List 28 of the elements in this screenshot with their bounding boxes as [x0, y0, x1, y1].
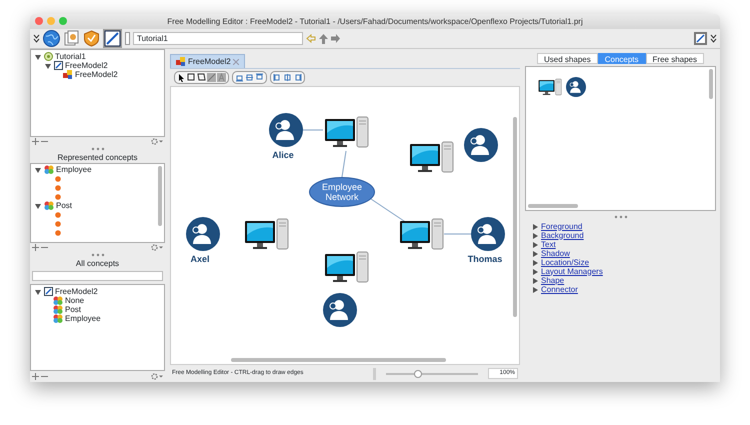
concept-ellipse[interactable]: Employee Network [309, 177, 375, 207]
node-label: Thomas [468, 253, 502, 266]
node-label: Alice [272, 149, 294, 162]
project-field[interactable]: Tutorial1 [133, 32, 303, 45]
property-link[interactable]: Foreground [541, 220, 582, 232]
palette-tab[interactable]: Free shapes [646, 53, 704, 64]
editor-tab[interactable]: FreeModel2 [170, 54, 245, 68]
property-link[interactable]: Background [541, 230, 584, 242]
tree-item[interactable]: Post [56, 200, 72, 212]
tree-item[interactable]: Employee [65, 312, 101, 324]
tree-item[interactable]: Employee [56, 164, 92, 176]
node-label: Axel [190, 253, 210, 266]
property-link[interactable]: Text [541, 238, 556, 250]
panel-title: Represented concepts [56, 152, 139, 163]
property-link[interactable]: Shape [541, 274, 564, 286]
property-link[interactable]: Shadow [541, 248, 570, 260]
property-link[interactable]: Connector [541, 284, 578, 296]
window-title: Free Modelling Editor : FreeModel2 - Tutorial1 - /Users/Fahad/Documents/workspace/Openflexo Projects/Tutorial1.prj [167, 17, 583, 26]
tree-item[interactable]: FreeModel2 [55, 286, 98, 298]
palette-tab[interactable]: Used shapes [537, 53, 598, 64]
tree-item[interactable]: Post [65, 304, 82, 316]
tree-item[interactable]: Tutorial1 [55, 50, 86, 62]
tree-item[interactable]: FreeModel2 [65, 60, 108, 72]
property-link[interactable]: Layout Managers [541, 266, 603, 278]
property-link[interactable]: Location/Size [541, 256, 590, 268]
tree-item[interactable]: FreeModel2 [75, 68, 118, 80]
panel-title: All concepts [74, 258, 120, 269]
tree-item[interactable]: None [65, 294, 84, 306]
